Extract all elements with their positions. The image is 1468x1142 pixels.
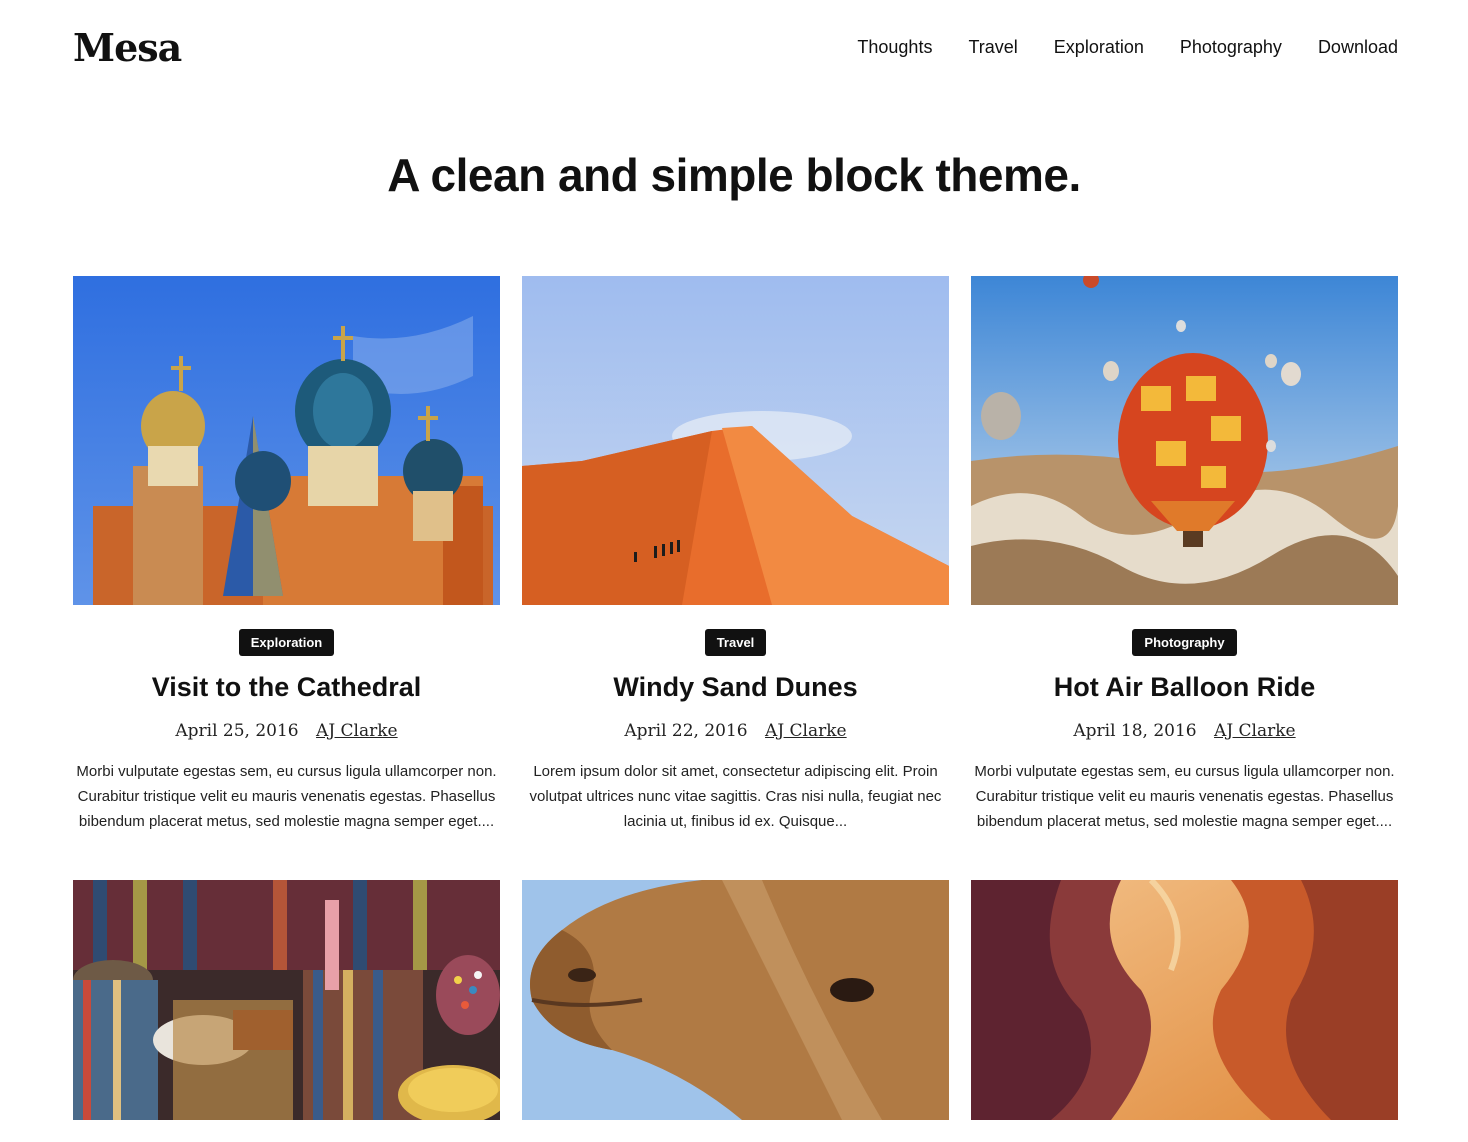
post-meta: April 18, 2016 AJ Clarke bbox=[971, 721, 1398, 741]
post-title[interactable]: Visit to the Cathedral bbox=[73, 672, 500, 703]
spice-market-image bbox=[73, 880, 500, 1120]
primary-nav: Thoughts Travel Exploration Photography … bbox=[857, 37, 1398, 58]
camel-image bbox=[522, 880, 949, 1120]
nav-item-thoughts[interactable]: Thoughts bbox=[857, 37, 932, 58]
post-card bbox=[522, 880, 949, 1120]
canyon-image bbox=[971, 880, 1398, 1120]
post-excerpt: Morbi vulputate egestas sem, eu cursus l… bbox=[974, 763, 1395, 830]
post-thumbnail-dunes[interactable] bbox=[522, 276, 949, 605]
site-tagline: A clean and simple block theme. bbox=[387, 149, 1081, 201]
site-logo[interactable]: Mesa bbox=[73, 25, 182, 70]
post-author-link[interactable]: AJ Clarke bbox=[316, 721, 398, 741]
nav-item-travel[interactable]: Travel bbox=[968, 37, 1017, 58]
post-author-link[interactable]: AJ Clarke bbox=[765, 721, 847, 741]
site-header: Mesa Thoughts Travel Exploration Photogr… bbox=[73, 22, 1398, 72]
post-excerpt: Morbi vulputate egestas sem, eu cursus l… bbox=[76, 763, 497, 830]
post-card bbox=[971, 880, 1398, 1120]
post-meta: April 22, 2016 AJ Clarke bbox=[522, 721, 949, 741]
post-thumbnail-balloons[interactable] bbox=[971, 276, 1398, 605]
category-badge[interactable]: Exploration bbox=[238, 629, 335, 656]
post-card: Photography Hot Air Balloon Ride April 1… bbox=[971, 276, 1398, 834]
hot-air-balloon-image bbox=[971, 276, 1398, 605]
post-title[interactable]: Windy Sand Dunes bbox=[522, 672, 949, 703]
post-card bbox=[73, 880, 500, 1120]
post-meta: April 25, 2016 AJ Clarke bbox=[73, 721, 500, 741]
nav-item-download[interactable]: Download bbox=[1318, 37, 1398, 58]
post-thumbnail-spices[interactable] bbox=[73, 880, 500, 1120]
post-grid: Exploration Visit to the Cathedral April… bbox=[73, 276, 1398, 1120]
post-date: April 25, 2016 bbox=[175, 721, 299, 741]
post-author-link[interactable]: AJ Clarke bbox=[1214, 721, 1296, 741]
category-badge[interactable]: Photography bbox=[1132, 629, 1237, 656]
sand-dune-image bbox=[522, 276, 949, 605]
post-excerpt: Lorem ipsum dolor sit amet, consectetur … bbox=[529, 763, 942, 830]
post-date: April 18, 2016 bbox=[1073, 721, 1197, 741]
post-card: Travel Windy Sand Dunes April 22, 2016 A… bbox=[522, 276, 949, 834]
post-thumbnail-canyon[interactable] bbox=[971, 880, 1398, 1120]
post-thumbnail-cathedral[interactable] bbox=[73, 276, 500, 605]
nav-item-exploration[interactable]: Exploration bbox=[1054, 37, 1144, 58]
nav-item-photography[interactable]: Photography bbox=[1180, 37, 1282, 58]
post-thumbnail-camel[interactable] bbox=[522, 880, 949, 1120]
post-title[interactable]: Hot Air Balloon Ride bbox=[971, 672, 1398, 703]
post-card: Exploration Visit to the Cathedral April… bbox=[73, 276, 500, 834]
category-badge[interactable]: Travel bbox=[704, 629, 767, 656]
post-date: April 22, 2016 bbox=[624, 721, 748, 741]
cathedral-image bbox=[73, 276, 500, 605]
